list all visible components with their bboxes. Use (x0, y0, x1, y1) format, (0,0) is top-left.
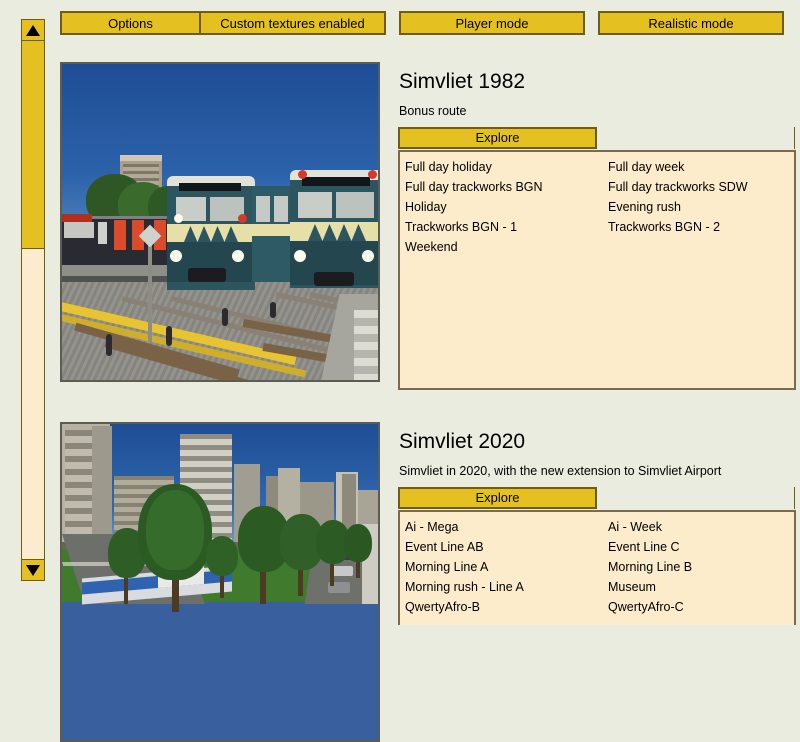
scenario-item[interactable]: Morning Line B (608, 557, 794, 577)
scenario-item[interactable]: Evening rush (608, 197, 794, 217)
scenario-item[interactable]: Holiday (405, 197, 608, 217)
app-root: Options Custom textures enabled Player m… (0, 0, 800, 742)
custom-textures-button[interactable]: Custom textures enabled (200, 11, 386, 35)
options-button[interactable]: Options (60, 11, 200, 35)
panel-right-edge (794, 126, 798, 149)
route-info: Simvliet 1982 Bonus route Explore Full d… (398, 62, 798, 390)
scenario-list-panel: Full day holiday Full day week Full day … (398, 149, 796, 390)
scenario-item[interactable]: Full day trackworks BGN (405, 177, 608, 197)
scenario-list-panel: Ai - Mega Ai - Week Event Line AB Event … (398, 509, 796, 625)
scenario-item[interactable]: Museum (608, 577, 794, 597)
options-button-label: Options (108, 15, 153, 31)
explore-row: Explore (398, 486, 798, 509)
scenario-item[interactable]: Weekend (405, 237, 608, 257)
realistic-mode-button-label: Realistic mode (648, 15, 734, 31)
scenario-grid: Ai - Mega Ai - Week Event Line AB Event … (405, 517, 794, 617)
scenario-grid: Full day holiday Full day week Full day … (405, 157, 794, 257)
scenario-item[interactable]: Full day holiday (405, 157, 608, 177)
player-mode-button[interactable]: Player mode (399, 11, 585, 35)
route-info: Simvliet 2020 Simvliet in 2020, with the… (398, 422, 798, 625)
route-thumbnail-1982[interactable] (60, 62, 380, 382)
scrollbar-up-button[interactable] (22, 20, 44, 41)
explore-button[interactable]: Explore (398, 486, 597, 509)
route-thumbnail-image (62, 424, 378, 740)
route-description: Simvliet in 2020, with the new extension… (399, 464, 722, 478)
top-toolbar: Options Custom textures enabled Player m… (0, 0, 800, 48)
scrollbar-track[interactable] (22, 249, 44, 559)
explore-row: Explore (398, 126, 798, 149)
player-mode-button-label: Player mode (455, 15, 529, 31)
scenario-item[interactable]: Morning rush - Line A (405, 577, 608, 597)
scrollbar-down-button[interactable] (22, 559, 44, 580)
scenario-item[interactable]: Ai - Week (608, 517, 794, 537)
custom-textures-button-label: Custom textures enabled (220, 15, 365, 31)
scenario-item[interactable]: Trackworks BGN - 1 (405, 217, 608, 237)
scenario-item[interactable]: Full day week (608, 157, 794, 177)
toolbar-left-group: Options Custom textures enabled (60, 11, 386, 35)
route-thumbnail-image (62, 64, 378, 380)
scrollbar-thumb[interactable] (22, 41, 44, 249)
scenario-item[interactable]: Event Line AB (405, 537, 608, 557)
panel-right-edge (794, 486, 798, 509)
scenario-item[interactable]: Event Line C (608, 537, 794, 557)
scenario-item[interactable]: Morning Line A (405, 557, 608, 577)
vertical-scrollbar[interactable] (21, 19, 45, 581)
explore-button[interactable]: Explore (398, 126, 597, 149)
scenario-item[interactable]: Full day trackworks SDW (608, 177, 794, 197)
scenario-item[interactable]: Ai - Mega (405, 517, 608, 537)
route-thumbnail-2020[interactable] (60, 422, 380, 742)
route-title: Simvliet 2020 (399, 430, 526, 453)
triangle-up-icon (26, 24, 40, 36)
scenario-item[interactable]: Trackworks BGN - 2 (608, 217, 794, 237)
triangle-down-icon (26, 564, 40, 576)
explore-button-label: Explore (475, 130, 520, 145)
route-title: Simvliet 1982 (399, 70, 526, 93)
route-description: Bonus route (399, 104, 467, 118)
explore-button-label: Explore (475, 490, 520, 505)
realistic-mode-button[interactable]: Realistic mode (598, 11, 784, 35)
